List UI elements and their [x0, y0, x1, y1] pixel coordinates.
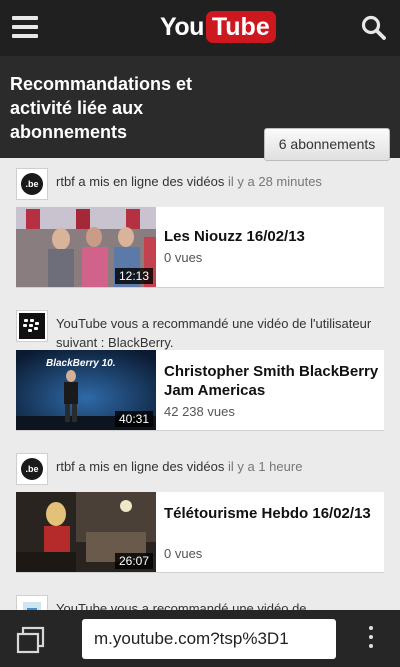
video-duration: 26:07: [114, 553, 153, 569]
video-thumbnail[interactable]: BlackBerry 10. 40:31: [16, 350, 156, 430]
channel-avatar[interactable]: .be: [16, 168, 48, 200]
video-title[interactable]: Télétourisme Hebdo 16/02/13: [164, 504, 379, 523]
search-icon: [361, 15, 386, 40]
feed-header: Recommandations et activité liée aux abo…: [0, 56, 400, 161]
video-card[interactable]: 26:07 Télétourisme Hebdo 16/02/13 0 vues: [16, 492, 384, 573]
video-thumbnail[interactable]: 12:13: [16, 207, 156, 287]
video-thumbnail[interactable]: 26:07: [16, 492, 156, 572]
search-button[interactable]: [360, 14, 388, 42]
thumbnail-caption: BlackBerry 10.: [46, 358, 116, 369]
page-title: Recommandations et activité liée aux abo…: [10, 74, 193, 142]
video-views: 0 vues: [164, 250, 203, 265]
video-duration: 12:13: [114, 268, 153, 284]
tabs-button[interactable]: [16, 626, 46, 654]
be-channel-logo-icon: .be: [21, 458, 43, 480]
video-card[interactable]: 12:13 Les Niouzz 16/02/13 0 vues: [16, 207, 384, 288]
logo-tube-text: Tube: [205, 11, 276, 43]
activity-time: il y a 1 heure: [228, 459, 303, 474]
video-title[interactable]: Christopher Smith BlackBerry Jam America…: [164, 362, 379, 400]
be-channel-logo-icon: .be: [21, 173, 43, 195]
top-bar: You Tube: [0, 0, 400, 56]
menu-button[interactable]: [12, 16, 38, 38]
url-field[interactable]: m.youtube.com?tsp%3D1: [82, 619, 336, 659]
logo-you-text: You: [160, 12, 204, 41]
browser-bottom-bar: m.youtube.com?tsp%3D1: [0, 610, 400, 667]
youtube-logo[interactable]: You Tube: [160, 10, 276, 44]
channel-avatar[interactable]: [16, 310, 48, 342]
activity-source-text: rtbf a mis en ligne des vidéos: [56, 459, 225, 474]
channel-avatar[interactable]: .be: [16, 453, 48, 485]
tabs-icon: [16, 626, 45, 654]
hamburger-menu-icon: [12, 16, 38, 20]
video-title[interactable]: Les Niouzz 16/02/13: [164, 227, 379, 246]
subscriptions-button[interactable]: 6 abonnements: [264, 128, 390, 161]
more-button[interactable]: [364, 626, 378, 654]
activity-source-text: YouTube vous a recommandé une vidéo de l…: [56, 316, 372, 350]
video-card[interactable]: BlackBerry 10. 40:31 Christopher Smith B…: [16, 350, 384, 431]
video-views: 42 238 vues: [164, 404, 235, 419]
blackberry-logo-icon: [19, 313, 45, 339]
activity-text: rtbf a mis en ligne des vidéos il y a 1 …: [56, 457, 386, 476]
video-duration: 40:31: [114, 411, 153, 427]
video-views: 0 vues: [164, 546, 203, 561]
activity-text: YouTube vous a recommandé une vidéo de l…: [56, 314, 386, 352]
activity-time: il y a 28 minutes: [228, 174, 322, 189]
activity-text: rtbf a mis en ligne des vidéos il y a 28…: [56, 172, 386, 191]
activity-source-text: rtbf a mis en ligne des vidéos: [56, 174, 225, 189]
more-vertical-icon: [369, 626, 373, 630]
